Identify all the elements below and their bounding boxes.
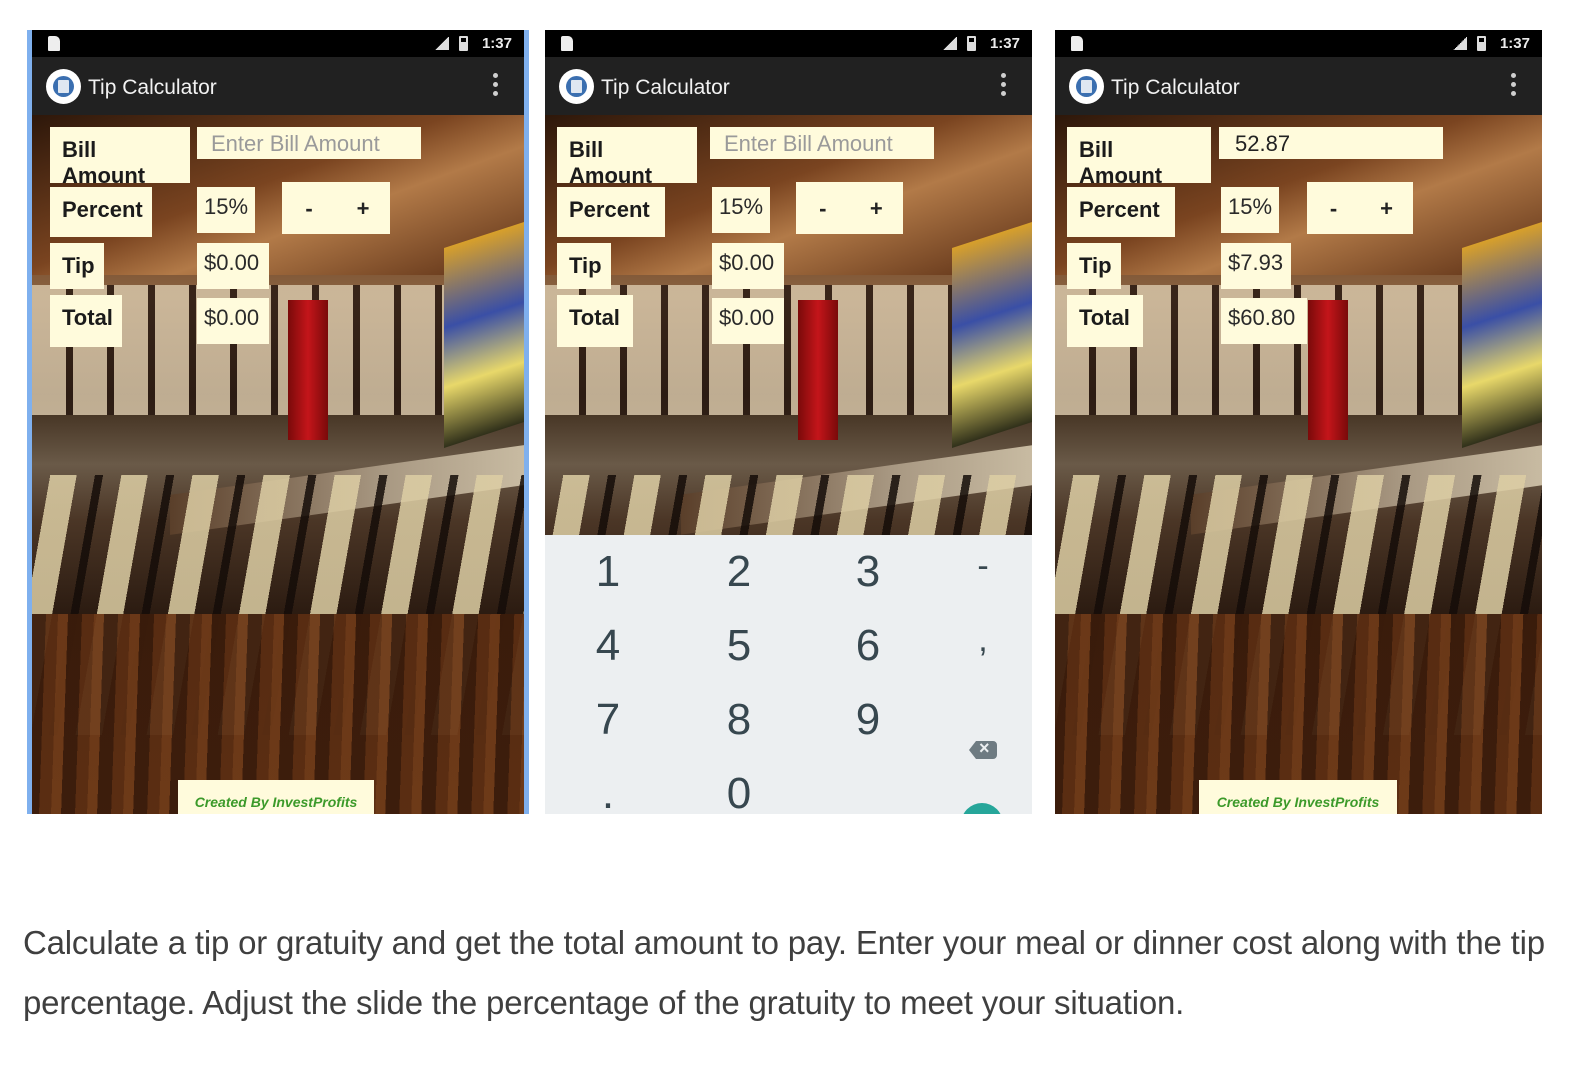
- decrease-percent-button[interactable]: -: [1307, 182, 1360, 234]
- key-decimal[interactable]: .: [578, 769, 638, 814]
- total-label: Total: [1067, 295, 1143, 347]
- percent-stepper: - +: [1307, 182, 1413, 234]
- battery-icon: [459, 36, 468, 51]
- decrease-percent-button[interactable]: -: [796, 182, 850, 234]
- sd-card-icon: [561, 36, 573, 51]
- overflow-menu-icon[interactable]: [493, 73, 498, 99]
- key-2[interactable]: 2: [709, 547, 769, 597]
- action-bar: Tip Calculator: [32, 57, 524, 115]
- percent-value: 15%: [197, 187, 255, 233]
- bill-amount-label: Bill Amount: [50, 127, 190, 188]
- screenshot-1: 1:37 Tip Calculator Bill Amount Enter Bi…: [27, 30, 529, 814]
- key-0[interactable]: 0: [709, 769, 769, 814]
- bill-amount-input[interactable]: Enter Bill Amount: [197, 127, 421, 159]
- key-5[interactable]: 5: [709, 621, 769, 671]
- tip-label: Tip: [1067, 243, 1121, 289]
- sd-card-icon: [48, 36, 60, 51]
- key-6[interactable]: 6: [838, 621, 898, 671]
- calculator-app-icon: [1069, 69, 1104, 104]
- calculator-app-icon: [46, 69, 81, 104]
- percent-stepper: - +: [282, 182, 390, 234]
- restaurant-background: Bill Amount Enter Bill Amount Percent 15…: [32, 115, 524, 814]
- total-value: $0.00: [197, 298, 269, 344]
- status-bar: 1:37: [1055, 30, 1542, 57]
- sd-card-icon: [1071, 36, 1083, 51]
- key-8[interactable]: 8: [709, 695, 769, 745]
- backspace-icon[interactable]: [969, 741, 997, 759]
- percent-value: 15%: [712, 187, 770, 233]
- credit-banner[interactable]: Created By InvestProfits: [1199, 780, 1397, 814]
- bill-amount-label: Bill Amount: [1067, 127, 1211, 188]
- calculator-app-icon: [559, 69, 594, 104]
- tip-value: $7.93: [1221, 243, 1291, 289]
- total-label: Total: [50, 295, 122, 347]
- increase-percent-button[interactable]: +: [850, 182, 904, 234]
- percent-value: 15%: [1221, 187, 1279, 233]
- increase-percent-button[interactable]: +: [1360, 182, 1413, 234]
- percent-label: Percent: [50, 187, 152, 237]
- percent-label: Percent: [557, 187, 665, 237]
- app-title: Tip Calculator: [601, 76, 730, 99]
- percent-label: Percent: [1067, 187, 1175, 237]
- signal-icon: [435, 37, 449, 50]
- app-title: Tip Calculator: [88, 76, 217, 99]
- done-check-icon[interactable]: [961, 803, 1003, 814]
- total-label: Total: [557, 295, 633, 347]
- action-bar: Tip Calculator: [1055, 57, 1542, 115]
- overflow-menu-icon[interactable]: [1001, 73, 1006, 99]
- percent-stepper: - +: [796, 182, 903, 234]
- key-9[interactable]: 9: [838, 695, 898, 745]
- key-3[interactable]: 3: [838, 547, 898, 597]
- key-comma[interactable]: ,: [953, 621, 1013, 660]
- bill-amount-input[interactable]: Enter Bill Amount: [710, 127, 934, 159]
- signal-icon: [943, 37, 957, 50]
- key-1[interactable]: 1: [578, 547, 638, 597]
- action-bar: Tip Calculator: [545, 57, 1032, 115]
- restaurant-background: Bill Amount 52.87 Percent 15% - + Tip $7…: [1055, 115, 1542, 814]
- screenshot-3: 1:37 Tip Calculator Bill Amount 52.87 Pe…: [1055, 30, 1542, 814]
- tip-label: Tip: [50, 243, 104, 289]
- credit-banner[interactable]: Created By InvestProfits: [178, 780, 374, 814]
- key-7[interactable]: 7: [578, 695, 638, 745]
- status-time: 1:37: [481, 35, 512, 52]
- signal-icon: [1453, 37, 1467, 50]
- key-4[interactable]: 4: [578, 621, 638, 671]
- app-description: Calculate a tip or gratuity and get the …: [23, 924, 1545, 1021]
- total-value: $60.80: [1221, 298, 1307, 344]
- numeric-keypad: 1 2 3 - 4 5 6 , 7 8 9 . 0: [545, 535, 1032, 814]
- bill-amount-input[interactable]: 52.87: [1219, 127, 1443, 159]
- screenshot-2: 1:37 Tip Calculator Bill Amount Enter Bi…: [545, 30, 1032, 814]
- tip-value: $0.00: [712, 243, 784, 289]
- overflow-menu-icon[interactable]: [1511, 73, 1516, 99]
- status-bar: 1:37: [545, 30, 1032, 57]
- total-value: $0.00: [712, 298, 784, 344]
- tip-label: Tip: [557, 243, 611, 289]
- increase-percent-button[interactable]: +: [336, 182, 390, 234]
- key-minus[interactable]: -: [953, 547, 1013, 586]
- battery-icon: [1477, 36, 1486, 51]
- status-time: 1:37: [1499, 35, 1530, 52]
- status-bar: 1:37: [32, 30, 524, 57]
- battery-icon: [967, 36, 976, 51]
- tip-value: $0.00: [197, 243, 269, 289]
- bill-amount-label: Bill Amount: [557, 127, 697, 188]
- decrease-percent-button[interactable]: -: [282, 182, 336, 234]
- app-title: Tip Calculator: [1111, 76, 1240, 99]
- status-time: 1:37: [989, 35, 1020, 52]
